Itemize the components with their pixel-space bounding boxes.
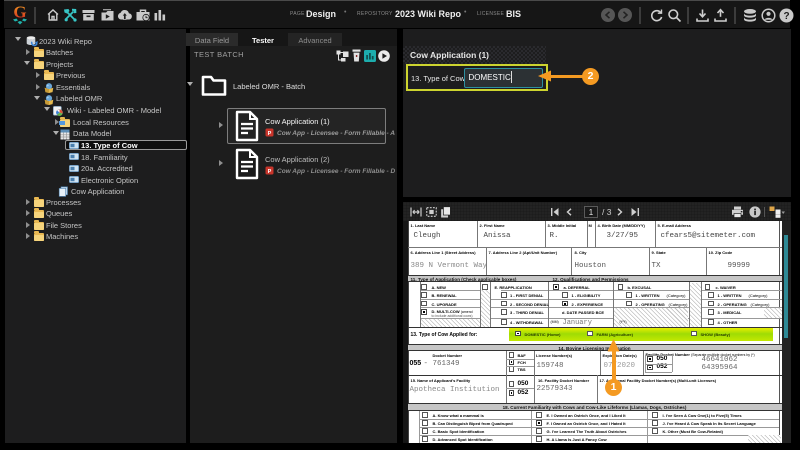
svg-text:?: ? — [783, 11, 789, 22]
svg-text:P: P — [268, 169, 272, 175]
svg-text:P: P — [268, 131, 272, 137]
